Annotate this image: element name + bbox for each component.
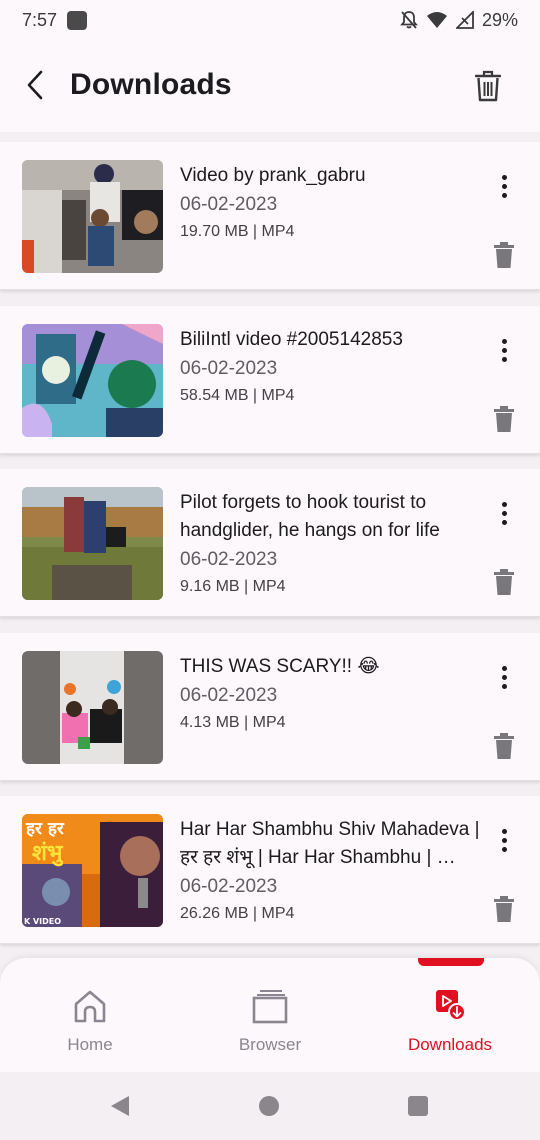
signal-icon (455, 11, 474, 29)
home-icon (74, 990, 106, 1023)
video-date: 06-02-2023 (180, 876, 278, 897)
status-icons: 29% (400, 10, 518, 31)
system-recents-icon[interactable] (406, 1094, 430, 1118)
download-item[interactable]: Pilot forgets to hook tourist to handgli… (0, 469, 540, 617)
trash-icon (494, 406, 514, 432)
nav-label-downloads: Downloads (407, 1035, 493, 1054)
thumbnail-image: हर हर शंभु K VIDEO (22, 814, 163, 927)
back-arrow-icon (27, 70, 43, 100)
thumbnail-image (22, 324, 163, 437)
more-options-button[interactable] (490, 824, 518, 856)
video-size-format: 4.13 MB | MP4 (180, 714, 286, 731)
nav-item-browser[interactable]: Browser (180, 958, 360, 1072)
video-title: Pilot forgets to hook tourist to handgli… (180, 492, 440, 541)
video-date: 06-02-2023 (180, 194, 278, 215)
back-button[interactable] (20, 67, 50, 103)
nav-label-browser: Browser (238, 1035, 302, 1054)
download-item[interactable]: THIS WAS SCARY!! 😂 06-02-2023 4.13 MB | … (0, 633, 540, 781)
video-title: BiliIntl video #2005142853 (180, 329, 403, 350)
more-vert-icon (501, 828, 507, 834)
delete-button[interactable] (490, 565, 518, 599)
bottom-navigation: Home Browser Downloads (0, 958, 540, 1072)
delete-button[interactable] (490, 238, 518, 272)
system-home-icon[interactable] (257, 1094, 281, 1118)
video-size-format: 58.54 MB | MP4 (180, 387, 295, 404)
system-back-icon[interactable] (108, 1094, 132, 1118)
video-size-format: 26.26 MB | MP4 (180, 905, 295, 922)
video-date: 06-02-2023 (180, 549, 278, 570)
thumbnail-image (22, 160, 163, 273)
status-bar: 7:57 29% (0, 0, 540, 40)
delete-all-button[interactable] (470, 66, 506, 106)
delete-button[interactable] (490, 402, 518, 436)
delete-button[interactable] (490, 729, 518, 763)
more-options-button[interactable] (490, 661, 518, 693)
notifications-off-icon (400, 11, 418, 29)
video-thumbnail[interactable]: हर हर शंभु K VIDEO (22, 814, 163, 927)
nav-item-downloads[interactable]: Downloads (360, 958, 540, 1072)
more-options-button[interactable] (490, 170, 518, 202)
thumb-text-line2: शंभु (32, 841, 64, 867)
thumb-text-corner: K VIDEO (24, 917, 61, 926)
trash-icon (494, 242, 514, 268)
more-vert-icon (501, 174, 507, 180)
more-options-button[interactable] (490, 497, 518, 529)
trash-icon (494, 896, 514, 922)
trash-icon (494, 733, 514, 759)
status-time: 7:57 (22, 9, 58, 30)
more-vert-icon (501, 501, 507, 507)
video-title: THIS WAS SCARY!! 😂 (180, 656, 380, 677)
video-size-format: 9.16 MB | MP4 (180, 578, 286, 595)
trash-icon (475, 70, 501, 102)
thumb-text-line1: हर हर (25, 819, 65, 839)
wifi-icon (426, 12, 447, 28)
nav-item-home[interactable]: Home (0, 958, 180, 1072)
system-navigation-bar (0, 1072, 540, 1140)
more-options-button[interactable] (490, 334, 518, 366)
more-vert-icon (501, 338, 507, 344)
video-date: 06-02-2023 (180, 685, 278, 706)
page-title: Downloads (70, 68, 232, 101)
video-thumbnail[interactable] (22, 651, 163, 764)
video-title: Har Har Shambhu Shiv Mahadeva | हर हर शं… (180, 819, 480, 868)
browser-icon (252, 990, 288, 1024)
delete-button[interactable] (490, 892, 518, 926)
download-item[interactable]: हर हर शंभु K VIDEO Har Har Shambhu Shiv … (0, 796, 540, 944)
video-date: 06-02-2023 (180, 358, 278, 379)
nav-label-home: Home (67, 1035, 113, 1054)
thumbnail-image (22, 487, 163, 600)
video-thumbnail[interactable] (22, 487, 163, 600)
battery-percent: 29% (481, 9, 518, 30)
video-title: Video by prank_gabru (180, 165, 366, 186)
app-bar: Downloads (0, 40, 540, 132)
more-vert-icon (501, 665, 507, 671)
thumbnail-image (22, 651, 163, 764)
video-thumbnail[interactable] (22, 160, 163, 273)
downloads-icon (436, 990, 466, 1021)
video-size-format: 19.70 MB | MP4 (180, 223, 295, 240)
message-notification-icon (67, 10, 88, 30)
video-thumbnail[interactable] (22, 324, 163, 437)
download-item[interactable]: Video by prank_gabru 06-02-2023 19.70 MB… (0, 142, 540, 290)
download-item[interactable]: BiliIntl video #2005142853 06-02-2023 58… (0, 306, 540, 454)
trash-icon (494, 569, 514, 595)
